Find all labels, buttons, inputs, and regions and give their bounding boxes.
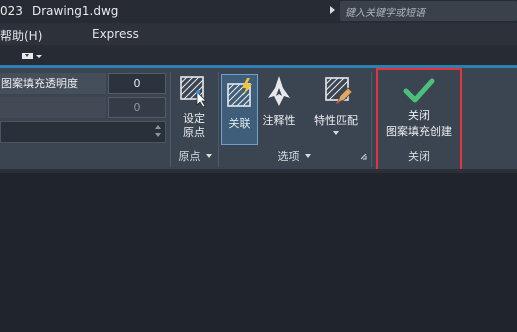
associative-hatch-icon <box>227 78 252 107</box>
menu-express[interactable]: Express <box>92 27 139 41</box>
panel-divider <box>170 72 171 167</box>
dropdown-box-icon <box>22 53 33 59</box>
associative-label: 关联 <box>228 117 251 130</box>
app-version-fragment: 023 <box>0 4 23 18</box>
drawing-area[interactable] <box>0 173 517 332</box>
annotative-button[interactable]: 注释性 <box>259 74 299 127</box>
menu-bar: 帮助(H) Express <box>0 23 517 45</box>
chevron-down-icon <box>36 55 42 58</box>
angle-value[interactable]: 0 <box>108 97 166 118</box>
scale-field[interactable] <box>0 121 166 143</box>
title-bar: 023 Drawing1.dwg <box>0 0 517 24</box>
set-origin-label-2: 原点 <box>183 126 205 139</box>
panel-divider <box>371 72 372 167</box>
quick-access-bar <box>0 45 517 65</box>
annotative-label: 注释性 <box>262 114 296 127</box>
origin-panel-footer[interactable]: 原点 <box>172 148 218 166</box>
angle-label[interactable] <box>0 97 106 118</box>
options-panel-footer[interactable]: 选项 <box>219 148 369 166</box>
search-input[interactable] <box>340 3 517 24</box>
angle-row: 0 <box>0 97 166 118</box>
search-box[interactable] <box>340 1 517 24</box>
match-properties-button[interactable]: 特性匹配 <box>306 74 366 135</box>
chevron-down-icon[interactable] <box>333 131 339 135</box>
spin-down-icon[interactable] <box>155 133 161 137</box>
transparency-label[interactable]: 图案填充透明度 <box>0 73 106 94</box>
transparency-row: 图案填充透明度 0 <box>0 73 166 94</box>
origin-panel-title: 原点 <box>178 150 201 163</box>
set-origin-icon <box>180 76 207 108</box>
document-title: Drawing1.dwg <box>32 4 119 18</box>
match-properties-icon <box>325 77 353 104</box>
associative-button[interactable]: 关联 <box>221 74 258 145</box>
workspace-dropdown[interactable] <box>22 53 42 61</box>
menu-help[interactable]: 帮助(H) <box>0 27 42 44</box>
chevron-down-icon <box>304 154 311 158</box>
set-origin-button[interactable]: 设定 原点 <box>173 74 215 140</box>
dialog-launcher-icon[interactable] <box>361 154 367 160</box>
chevron-down-icon <box>205 154 212 158</box>
annotative-icon <box>268 76 290 106</box>
set-origin-label-1: 设定 <box>183 112 205 125</box>
search-expand-arrow-icon[interactable] <box>330 6 335 14</box>
spin-up-icon[interactable] <box>155 125 161 129</box>
spinner-icon[interactable] <box>155 125 161 139</box>
close-panel-highlight <box>376 68 462 177</box>
options-panel-title: 选项 <box>277 150 300 163</box>
transparency-value[interactable]: 0 <box>108 73 166 94</box>
match-properties-label: 特性匹配 <box>314 114 358 127</box>
